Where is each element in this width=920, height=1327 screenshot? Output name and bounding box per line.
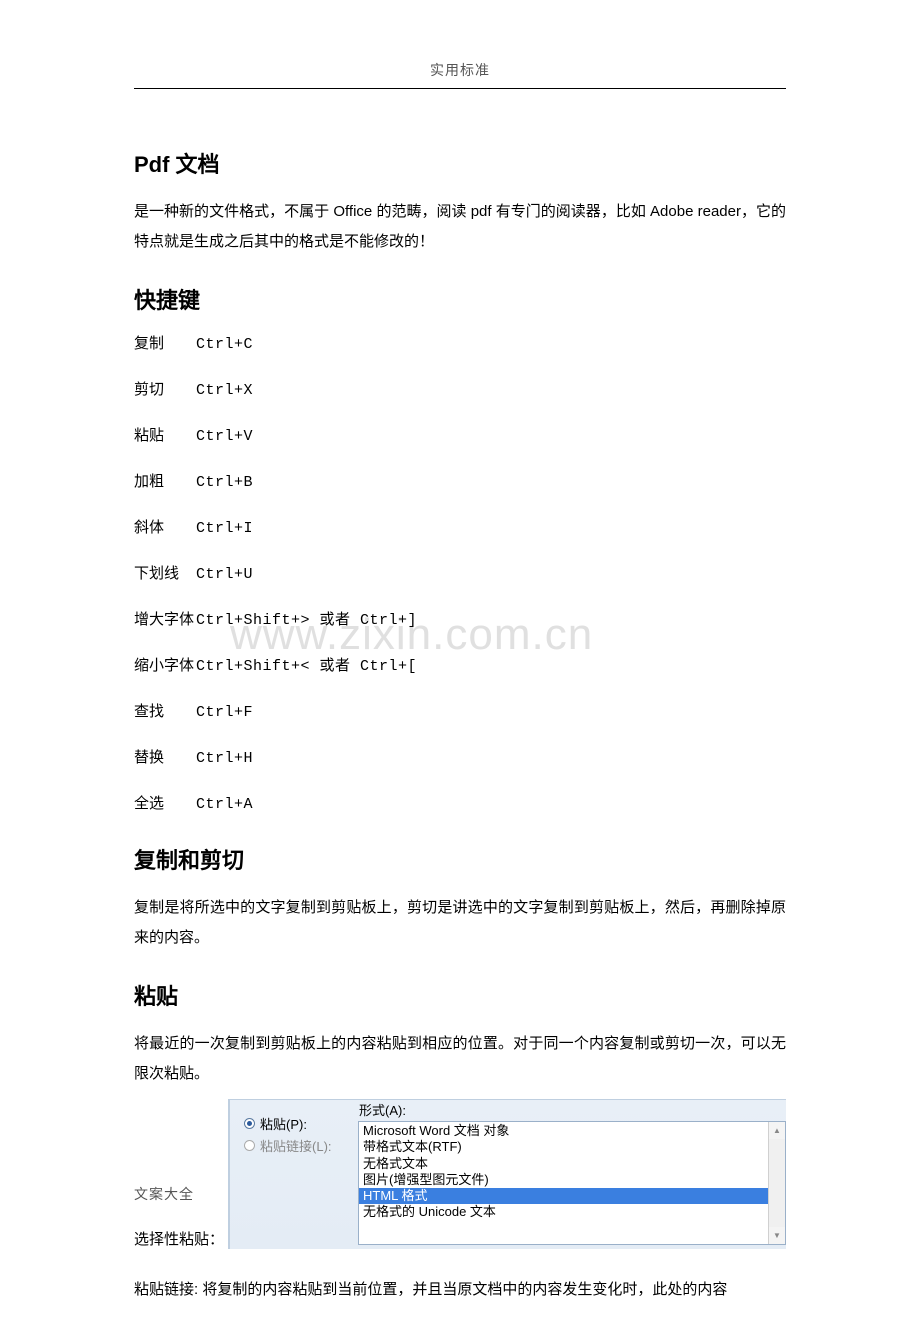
shortcut-label: 下划线 [134, 563, 196, 587]
shortcut-key: Ctrl+V [196, 428, 253, 445]
shortcut-list: 复制Ctrl+C 剪切Ctrl+X 粘贴Ctrl+V 加粗Ctrl+B 斜体Ctrl+I… [134, 333, 786, 817]
shortcut-row: 查找Ctrl+F [134, 701, 786, 725]
shortcut-row: 缩小字体Ctrl+Shift+< 或者 Ctrl+[ [134, 655, 786, 679]
format-listbox[interactable]: Microsoft Word 文档 对象带格式文本(RTF)无格式文本图片(增强… [358, 1121, 786, 1245]
shortcut-row: 粘贴Ctrl+V [134, 425, 786, 449]
scroll-up-icon[interactable]: ▲ [769, 1122, 785, 1139]
shortcut-key: Ctrl+B [196, 474, 253, 491]
shortcut-label: 复制 [134, 333, 196, 357]
shortcut-key: Ctrl+I [196, 520, 253, 537]
shortcut-row: 加粗Ctrl+B [134, 471, 786, 495]
shortcut-row: 复制Ctrl+C [134, 333, 786, 357]
shortcut-row: 增大字体Ctrl+Shift+> 或者 Ctrl+] [134, 609, 786, 633]
para-paste-link: 粘贴链接: 将复制的内容粘贴到当前位置，并且当原文档中的内容发生变化时，此处的内… [134, 1275, 786, 1305]
shortcut-label: 替换 [134, 747, 196, 771]
shortcut-label: 剪切 [134, 379, 196, 403]
selective-paste-label: 选择性粘贴： [134, 1228, 224, 1249]
radio-option[interactable]: 粘贴(P): [244, 1114, 350, 1133]
format-label: 形式(A): [358, 1100, 786, 1119]
radio-label: 粘贴(P): [260, 1114, 307, 1133]
shortcut-label: 增大字体 [134, 609, 196, 633]
radio-group: 粘贴(P): 粘贴链接(L): [230, 1100, 358, 1249]
scrollbar[interactable]: ▲ ▼ [768, 1122, 785, 1244]
shortcut-row: 下划线Ctrl+U [134, 563, 786, 587]
shortcut-row: 替换Ctrl+H [134, 747, 786, 771]
heading-shortcuts: 快捷键 [134, 283, 786, 315]
shortcut-key: Ctrl+F [196, 704, 253, 721]
list-item[interactable]: Microsoft Word 文档 对象 [359, 1123, 785, 1139]
shortcut-label: 斜体 [134, 517, 196, 541]
radio-option: 粘贴链接(L): [244, 1136, 350, 1155]
shortcut-key: Ctrl+A [196, 796, 253, 813]
shortcut-label: 全选 [134, 793, 196, 817]
shortcut-key: Ctrl+C [196, 336, 253, 353]
list-item[interactable]: 无格式的 Unicode 文本 [359, 1204, 785, 1220]
para-paste: 将最近的一次复制到剪贴板上的内容粘贴到相应的位置。对于同一个内容复制或剪切一次，… [134, 1029, 786, 1089]
shortcut-label: 查找 [134, 701, 196, 725]
heading-copycut: 复制和剪切 [134, 843, 786, 875]
shortcut-row: 全选Ctrl+A [134, 793, 786, 817]
heading-paste: 粘贴 [134, 979, 786, 1011]
para-pdf: 是一种新的文件格式，不属于 Office 的范畴，阅读 pdf 有专门的阅读器，… [134, 197, 786, 257]
shortcut-key: Ctrl+Shift+> 或者 Ctrl+] [196, 612, 417, 629]
shortcut-key: Ctrl+X [196, 382, 253, 399]
list-item[interactable]: HTML 格式 [359, 1188, 785, 1204]
heading-pdf: Pdf 文档 [134, 147, 786, 179]
shortcut-label: 缩小字体 [134, 655, 196, 679]
list-item[interactable]: 带格式文本(RTF) [359, 1139, 785, 1155]
shortcut-key: Ctrl+Shift+< 或者 Ctrl+[ [196, 658, 417, 675]
shortcut-key: Ctrl+U [196, 566, 253, 583]
radio-icon [244, 1118, 255, 1129]
shortcut-key: Ctrl+H [196, 750, 253, 767]
list-item[interactable]: 无格式文本 [359, 1156, 785, 1172]
list-item[interactable]: 图片(增强型图元文件) [359, 1172, 785, 1188]
scroll-down-icon[interactable]: ▼ [769, 1227, 785, 1244]
shortcut-row: 斜体Ctrl+I [134, 517, 786, 541]
paste-special-dialog: 粘贴(P): 粘贴链接(L): 形式(A): Microsoft Word 文档 … [228, 1099, 786, 1249]
page-header: 实用标准 [134, 60, 786, 89]
radio-label: 粘贴链接(L): [260, 1136, 332, 1155]
shortcut-label: 粘贴 [134, 425, 196, 449]
radio-icon [244, 1140, 255, 1151]
shortcut-label: 加粗 [134, 471, 196, 495]
para-copycut: 复制是将所选中的文字复制到剪贴板上，剪切是讲选中的文字复制到剪贴板上，然后，再删… [134, 893, 786, 953]
shortcut-row: 剪切Ctrl+X [134, 379, 786, 403]
